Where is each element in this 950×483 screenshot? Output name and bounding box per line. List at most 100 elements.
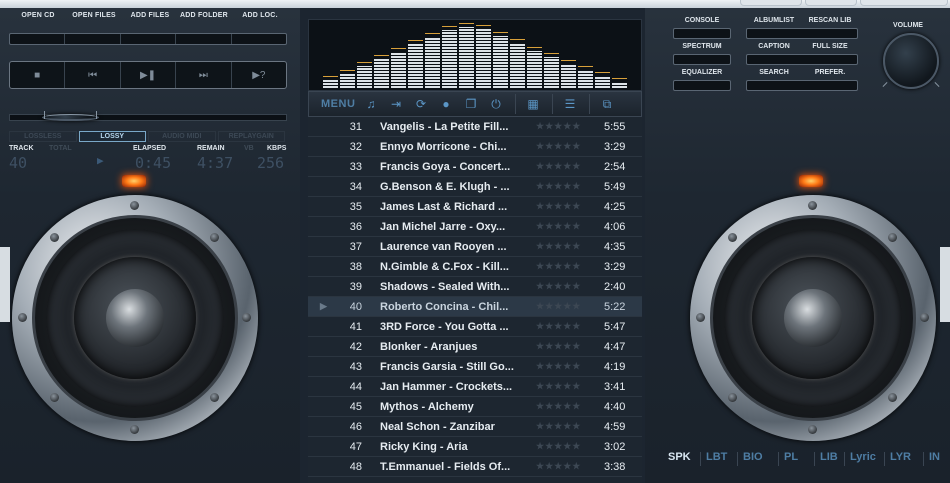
playlist-row[interactable]: 45 Mythos - Alchemy ★★★★★ 4:40 [308, 397, 642, 417]
tab-in[interactable]: IN [929, 451, 940, 463]
spectrum-bar [561, 20, 576, 88]
playlist-row[interactable]: 35 James Last & Richard ... ★★★★★ 4:25 [308, 197, 642, 217]
format-replaygain-indicator[interactable]: REPLAYGAIN [217, 131, 285, 142]
search-label: SEARCH [759, 69, 789, 76]
playlist-row[interactable]: 36 Jan Michel Jarre - Oxy... ★★★★★ 4:06 [308, 217, 642, 237]
playlist-row[interactable]: 47 Ricky King - Aria ★★★★★ 3:02 [308, 437, 642, 457]
right-edge-handle[interactable] [940, 247, 950, 322]
info-values: 40 ▶ 0:45 4:37 256 [9, 154, 291, 172]
menu-button[interactable]: MENU [321, 98, 361, 110]
rating-stars-icon[interactable]: ★★★★★ [536, 141, 581, 152]
rating-stars-icon[interactable]: ★★★★★ [536, 121, 581, 132]
open-cd-label: OPEN CD [21, 12, 55, 19]
left-edge-handle[interactable] [0, 247, 10, 322]
play-pause-button[interactable]: ▶❚ [121, 62, 177, 88]
rating-stars-icon[interactable]: ★★★★★ [536, 301, 581, 312]
playlist-row[interactable]: 39 Shadows - Sealed With... ★★★★★ 2:40 [308, 277, 642, 297]
playlist-row[interactable]: 48 T.Emmanuel - Fields Of... ★★★★★ 3:38 [308, 457, 642, 477]
total-label: TOTAL [49, 145, 72, 152]
albumlist-rescan-bar[interactable] [746, 28, 858, 39]
previous-button[interactable]: ⏮ [65, 62, 121, 88]
playlist-row[interactable]: 44 Jan Hammer - Crockets... ★★★★★ 3:41 [308, 377, 642, 397]
seek-bar[interactable] [9, 111, 287, 121]
grid-view-icon[interactable]: ▦ [523, 94, 543, 114]
tab-lyric[interactable]: Lyric [850, 451, 876, 463]
rating-stars-icon[interactable]: ★★★★★ [536, 461, 581, 472]
equalizer-button[interactable] [673, 80, 731, 91]
track-duration: 4:25 [604, 201, 626, 213]
track-duration: 4:40 [604, 401, 626, 413]
seek-handle[interactable] [42, 111, 99, 121]
playlist-row[interactable]: 38 N.Gimble & C.Fox - Kill... ★★★★★ 3:29 [308, 257, 642, 277]
playlist-row[interactable]: 43 Francis Garsia - Still Go... ★★★★★ 4:19 [308, 357, 642, 377]
rating-stars-icon[interactable]: ★★★★★ [536, 381, 581, 392]
track-title: 3RD Force - You Gotta ... [380, 321, 509, 333]
playlist-row[interactable]: 31 Vangelis - La Petite Fill... ★★★★★ 5:55 [308, 117, 642, 137]
rating-stars-icon[interactable]: ★★★★★ [536, 361, 581, 372]
playlist-row[interactable]: 46 Neal Schon - Zanzibar ★★★★★ 4:59 [308, 417, 642, 437]
rating-stars-icon[interactable]: ★★★★★ [536, 161, 581, 172]
spectrum-button[interactable] [673, 54, 731, 65]
playlist-row[interactable]: 32 Ennyo Morricone - Chi... ★★★★★ 3:29 [308, 137, 642, 157]
rating-stars-icon[interactable]: ★★★★★ [536, 261, 581, 272]
playlist-row-current[interactable]: ▶ 40 Roberto Concina - Chil... ★★★★★ 5:22 [308, 297, 642, 317]
tab-bio[interactable]: BIO [743, 451, 763, 463]
playlist-row[interactable]: 33 Francis Goya - Concert... ★★★★★ 2:54 [308, 157, 642, 177]
tab-lbt[interactable]: LBT [706, 451, 727, 463]
globe-icon[interactable]: ● [436, 94, 456, 114]
search-prefer-bar[interactable] [746, 80, 858, 91]
add-loc-button[interactable] [232, 34, 286, 44]
add-folder-button[interactable] [176, 34, 232, 44]
rating-stars-icon[interactable]: ★★★★★ [536, 341, 581, 352]
repeat-icon[interactable]: ⟳ [411, 94, 431, 114]
rating-stars-icon[interactable]: ★★★★★ [536, 281, 581, 292]
format-lossless-indicator[interactable]: LOSSLESS [9, 131, 77, 142]
window-close-button[interactable] [860, 0, 948, 6]
console-button[interactable] [673, 28, 731, 39]
track-duration: 4:19 [604, 361, 626, 373]
track-duration: 4:35 [604, 241, 626, 253]
track-number: 36 [349, 221, 362, 233]
rating-stars-icon[interactable]: ★★★★★ [536, 441, 581, 452]
tab-lib[interactable]: LIB [820, 451, 838, 463]
list-view-icon[interactable]: ☰ [560, 94, 580, 114]
open-files-button[interactable] [65, 34, 121, 44]
tab-pl[interactable]: PL [784, 451, 798, 463]
window-maximize-button[interactable] [805, 0, 857, 6]
playlist-row[interactable]: 41 3RD Force - You Gotta ... ★★★★★ 5:47 [308, 317, 642, 337]
playlist-row[interactable]: 42 Blonker - Aranjues ★★★★★ 4:47 [308, 337, 642, 357]
rating-stars-icon[interactable]: ★★★★★ [536, 221, 581, 232]
rating-stars-icon[interactable]: ★★★★★ [536, 321, 581, 332]
format-lossy-indicator[interactable]: LOSSY [78, 131, 146, 142]
rating-stars-icon[interactable]: ★★★★★ [536, 181, 581, 192]
playlist-row[interactable]: 37 Laurence van Rooyen ... ★★★★★ 4:35 [308, 237, 642, 257]
random-button[interactable]: ▶? [232, 62, 286, 88]
music-note-icon[interactable]: ♫ [361, 94, 381, 114]
caption-fullsize-bar[interactable] [746, 54, 858, 65]
power-icon[interactable]: ⏻ [486, 94, 506, 114]
track-duration: 3:38 [604, 461, 626, 473]
volume-knob[interactable] [883, 33, 939, 89]
restore-window-icon[interactable]: ⧉ [597, 94, 617, 114]
track-title: Jan Hammer - Crockets... [380, 381, 513, 393]
tab-spk[interactable]: SPK [668, 451, 691, 463]
format-audio-midi-indicator[interactable]: AUDIO MIDI [148, 131, 216, 142]
import-icon[interactable]: ⇥ [386, 94, 406, 114]
next-button[interactable]: ⏭ [176, 62, 232, 88]
track-number: 41 [349, 321, 362, 333]
window-minimize-button[interactable] [740, 0, 802, 6]
rating-stars-icon[interactable]: ★★★★★ [536, 421, 581, 432]
stop-button[interactable]: ■ [10, 62, 66, 88]
playlist-row[interactable]: 34 G.Benson & E. Klugh - ... ★★★★★ 5:49 [308, 177, 642, 197]
spectrum-visualizer [308, 19, 642, 91]
track-duration: 4:06 [604, 221, 626, 233]
rating-stars-icon[interactable]: ★★★★★ [536, 201, 581, 212]
rating-stars-icon[interactable]: ★★★★★ [536, 401, 581, 412]
rating-stars-icon[interactable]: ★★★★★ [536, 241, 581, 252]
kbps-label: KBPS [267, 145, 287, 152]
add-files-button[interactable] [121, 34, 177, 44]
open-cd-button[interactable] [10, 34, 66, 44]
tab-lyr[interactable]: LYR [890, 451, 911, 463]
window-icon[interactable]: ❐ [461, 94, 481, 114]
track-number: 45 [349, 401, 362, 413]
